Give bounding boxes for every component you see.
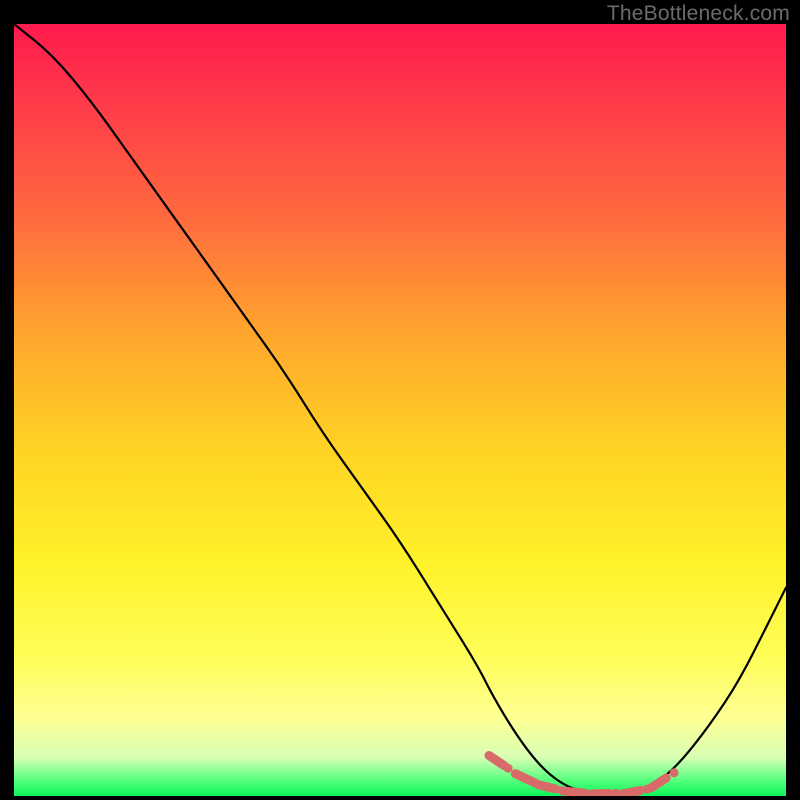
- marker-dash: [515, 774, 531, 782]
- chart-svg: [14, 24, 786, 796]
- bottleneck-curve: [14, 24, 786, 795]
- marker-dot: [504, 764, 513, 773]
- watermark-text: TheBottleneck.com: [607, 2, 790, 26]
- marker-dash: [538, 785, 556, 789]
- marker-dash: [489, 756, 504, 766]
- marker-dash: [565, 791, 583, 793]
- marker-dash: [623, 790, 641, 794]
- chart-plot-area: [14, 24, 786, 796]
- marker-dash: [651, 778, 666, 788]
- bottleneck-flat-markers: [489, 756, 679, 797]
- marker-dot: [670, 768, 679, 777]
